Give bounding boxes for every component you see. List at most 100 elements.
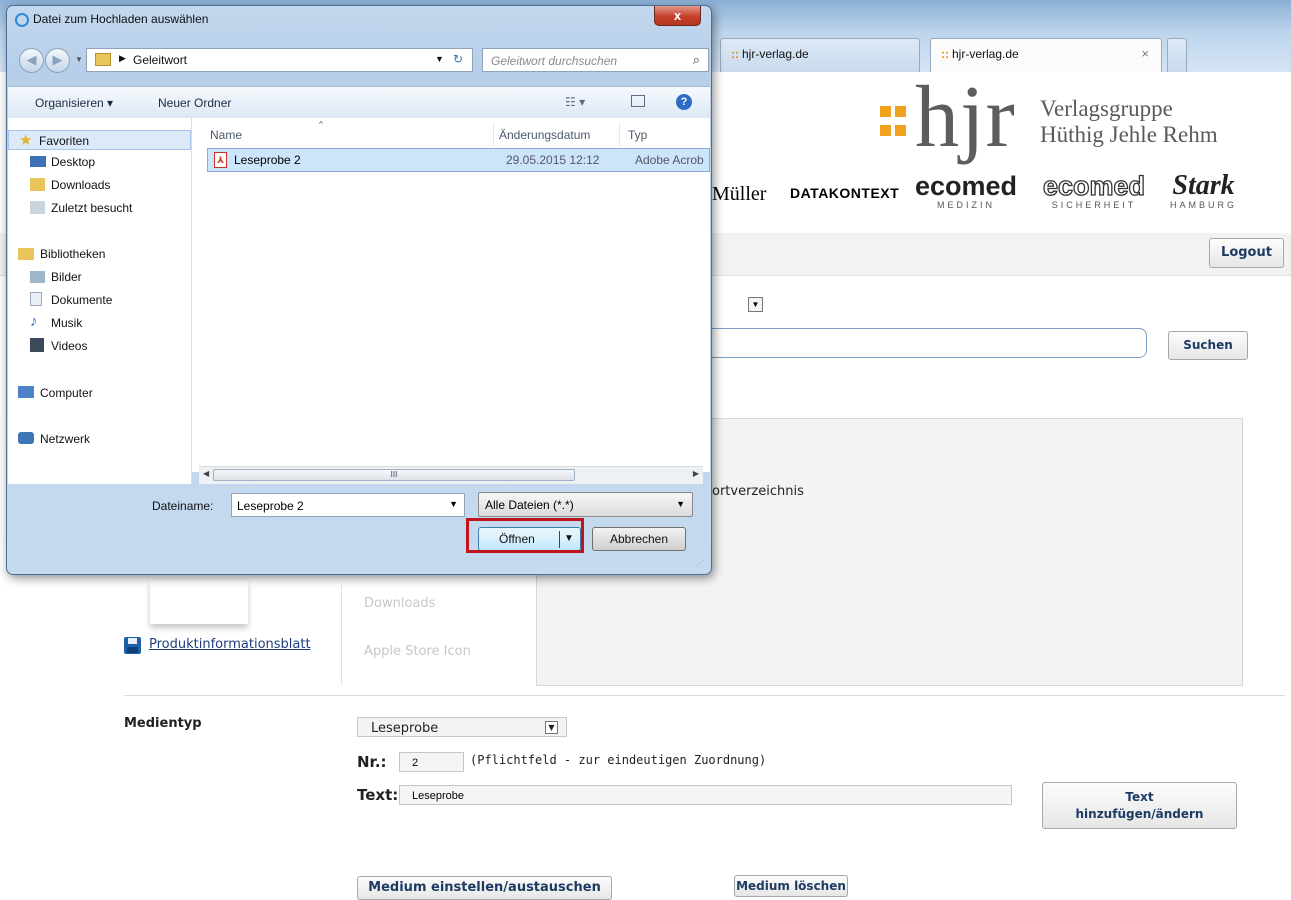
brand-ecomed-medizin[interactable]: ecomed MEDIZIN — [915, 172, 1017, 210]
view-options-icon[interactable]: ☷ ▾ — [565, 95, 585, 109]
brand-datakontext[interactable]: DATAKONTEXT — [790, 185, 899, 201]
file-type-filter-select[interactable]: Alle Dateien (*.*) ▼ — [478, 492, 693, 517]
nav-item-network[interactable]: Netzwerk — [8, 429, 191, 449]
nav-item-computer[interactable]: Computer — [8, 383, 191, 403]
libraries-icon — [18, 248, 34, 260]
file-name: Leseprobe 2 — [234, 153, 301, 167]
address-dropdown-icon[interactable]: ▼ — [435, 54, 444, 64]
network-icon — [18, 432, 34, 444]
filename-dropdown-icon[interactable]: ▼ — [449, 499, 458, 509]
nr-hint: (Pflichtfeld - zur eindeutigen Zuordnung… — [470, 753, 767, 767]
help-icon[interactable]: ? — [676, 94, 692, 110]
history-dropdown-icon[interactable]: ▼ — [75, 55, 83, 64]
filename-label: Dateiname: — [152, 499, 214, 513]
nav-item-documents[interactable]: Dokumente — [8, 290, 191, 310]
column-header-name[interactable]: Name — [210, 128, 242, 142]
nr-label: Nr.: — [357, 753, 387, 771]
pdf-file-icon: ⅄ — [214, 152, 227, 168]
breadcrumb-arrow-icon[interactable]: ▶ — [119, 53, 126, 64]
nav-item-videos[interactable]: Videos — [8, 336, 191, 356]
computer-icon — [18, 386, 34, 398]
file-open-dialog: Datei zum Hochladen auswählen x ◀ ▶ ▼ ▶ … — [6, 5, 712, 575]
favicon-icon: :: — [941, 47, 949, 61]
chevron-down-icon: ▼ — [676, 499, 685, 509]
scroll-thumb[interactable]: III — [213, 469, 575, 481]
medium-set-button[interactable]: Medium einstellen/austauschen — [357, 876, 612, 900]
resize-grip-icon[interactable]: ⋰ — [696, 559, 704, 568]
column-header-date[interactable]: Änderungsdatum — [499, 128, 590, 142]
medientyp-select[interactable]: Leseprobe ▼ — [357, 717, 567, 737]
left-list-apple-store-icon[interactable]: Apple Store Icon — [364, 644, 471, 659]
book-cover-image — [150, 580, 248, 624]
brand-mueller[interactable]: Müller — [712, 183, 766, 206]
text-label: Text: — [357, 786, 399, 804]
divider — [341, 585, 342, 685]
back-button[interactable]: ◀ — [19, 48, 44, 73]
horizontal-scrollbar[interactable]: ◀ III ▶ — [199, 466, 703, 484]
close-tab-icon[interactable]: × — [1141, 46, 1149, 61]
preview-pane-icon[interactable] — [631, 95, 645, 107]
dialog-search-input[interactable]: Geleitwort durchsuchen ⌕ — [482, 48, 709, 72]
dialog-toolbar: Organisieren ▾ Neuer Ordner ☷ ▾ ? — [8, 86, 710, 120]
browser-tab-active[interactable]: :: hjr-verlag.de × — [930, 38, 1162, 72]
nav-item-libraries[interactable]: Bibliotheken — [8, 244, 191, 264]
column-header-type[interactable]: Typ — [628, 128, 647, 142]
sort-arrow-icon: ^ — [319, 120, 323, 129]
scroll-right-icon[interactable]: ▶ — [693, 469, 699, 478]
dialog-close-button[interactable]: x — [654, 6, 701, 26]
logout-button[interactable]: Logout — [1209, 238, 1284, 268]
brand-stark[interactable]: Stark HAMBURG — [1170, 172, 1237, 211]
organize-menu[interactable]: Organisieren ▾ — [35, 96, 113, 110]
search-button[interactable]: Suchen — [1168, 331, 1248, 360]
search-icon[interactable]: ⌕ — [693, 52, 700, 68]
address-bar[interactable]: ▶ Geleitwort ▼ ↻ — [86, 48, 473, 72]
left-list-downloads[interactable]: Downloads — [364, 596, 435, 611]
new-tab-button[interactable] — [1167, 38, 1187, 72]
scroll-left-icon[interactable]: ◀ — [203, 469, 209, 478]
site-search-input[interactable] — [712, 328, 1147, 358]
section-separator — [124, 695, 1285, 696]
browser-tab[interactable]: :: hjr-verlag.de — [720, 38, 920, 72]
file-row-selected[interactable]: ⅄ Leseprobe 2 29.05.2015 12:12 Adobe Acr… — [207, 148, 710, 172]
forward-button[interactable]: ▶ — [45, 48, 70, 73]
medientyp-label: Medientyp — [124, 716, 202, 731]
nav-item-downloads[interactable]: Downloads — [8, 175, 191, 195]
nav-item-pictures[interactable]: Bilder — [8, 267, 191, 287]
save-icon — [124, 637, 141, 654]
text-add-change-button[interactable]: Text hinzufügen/ändern — [1042, 782, 1237, 829]
chevron-down-icon: ▼ — [545, 721, 558, 734]
favicon-icon: :: — [731, 47, 739, 61]
cancel-button[interactable]: Abbrechen — [592, 527, 686, 551]
panel-text: ortverzeichnis — [712, 484, 804, 499]
site-logo: hjr — [915, 69, 1016, 166]
highlight-box — [466, 518, 584, 553]
dialog-title: Datei zum Hochladen auswählen — [33, 12, 209, 26]
product-info-link[interactable]: Produktinformationsblatt — [149, 637, 311, 652]
text-input[interactable]: Leseprobe — [399, 785, 1012, 805]
navigation-pane: ★ Favoriten Desktop Downloads Zuletzt be… — [8, 118, 192, 484]
videos-icon — [30, 338, 44, 352]
recent-places-icon — [30, 201, 45, 214]
category-select-arrow[interactable]: ▼ — [748, 297, 763, 312]
new-folder-button[interactable]: Neuer Ordner — [158, 96, 231, 110]
documents-icon — [30, 292, 42, 306]
breadcrumb-folder[interactable]: Geleitwort — [133, 53, 187, 67]
refresh-icon[interactable]: ↻ — [453, 52, 463, 66]
medium-delete-button[interactable]: Medium löschen — [734, 875, 848, 897]
downloads-folder-icon — [30, 178, 45, 191]
file-type: Adobe Acrob — [635, 153, 704, 167]
pictures-icon — [30, 271, 45, 283]
nav-item-favorites[interactable]: ★ Favoriten — [8, 130, 191, 150]
logo-mark — [880, 100, 910, 160]
brand-ecomed-sicherheit[interactable]: ecomed SICHERHEIT — [1042, 171, 1145, 210]
nav-item-desktop[interactable]: Desktop — [8, 152, 191, 172]
nr-input[interactable]: 2 — [399, 752, 464, 772]
filename-input[interactable]: Leseprobe 2 ▼ — [231, 493, 465, 517]
nav-item-recent[interactable]: Zuletzt besucht — [8, 198, 191, 218]
nav-item-music[interactable]: ♪ Musik — [8, 313, 191, 333]
desktop-icon — [30, 156, 46, 167]
folder-icon — [95, 53, 111, 66]
star-icon: ★ — [19, 132, 33, 149]
file-date: 29.05.2015 12:12 — [506, 153, 600, 167]
ie-icon — [15, 13, 29, 27]
